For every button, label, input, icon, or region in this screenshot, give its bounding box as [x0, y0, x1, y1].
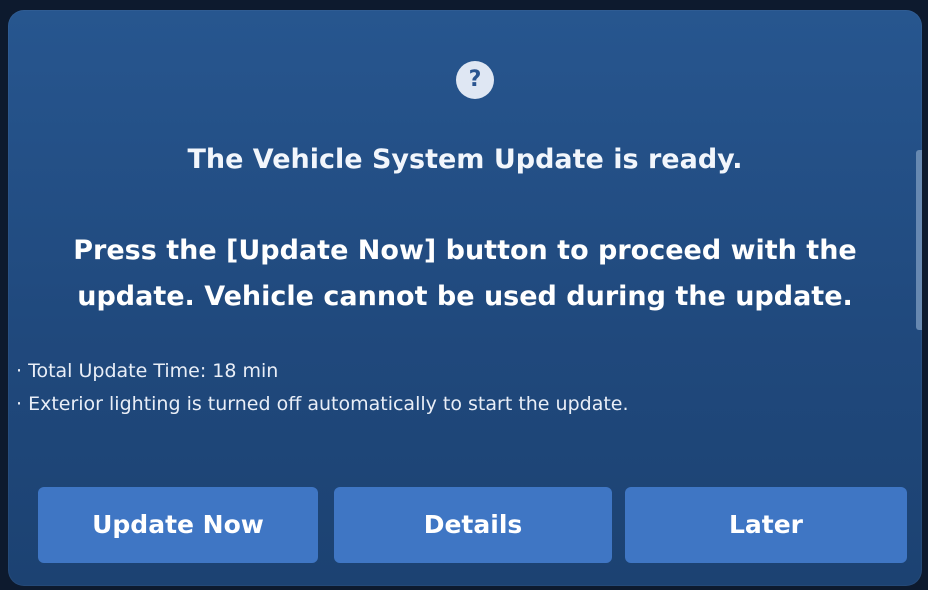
- dialog-title: The Vehicle System Update is ready.: [187, 144, 743, 175]
- update-dialog: ? The Vehicle System Update is ready. Pr…: [8, 10, 922, 586]
- update-notes: · Total Update Time: 18 min · Exterior l…: [16, 355, 876, 421]
- scroll-edge-indicator: [916, 150, 922, 330]
- screen: ? The Vehicle System Update is ready. Pr…: [0, 0, 928, 590]
- later-button[interactable]: Later: [625, 487, 907, 563]
- note-update-time: · Total Update Time: 18 min: [16, 360, 279, 382]
- update-now-button[interactable]: Update Now: [38, 487, 318, 563]
- question-icon: ?: [456, 61, 494, 99]
- details-button[interactable]: Details: [334, 487, 612, 563]
- note-exterior-lighting: · Exterior lighting is turned off automa…: [16, 393, 629, 415]
- dialog-message: Press the [Update Now] button to proceed…: [73, 235, 857, 312]
- button-row: Update Now Details Later: [38, 487, 918, 563]
